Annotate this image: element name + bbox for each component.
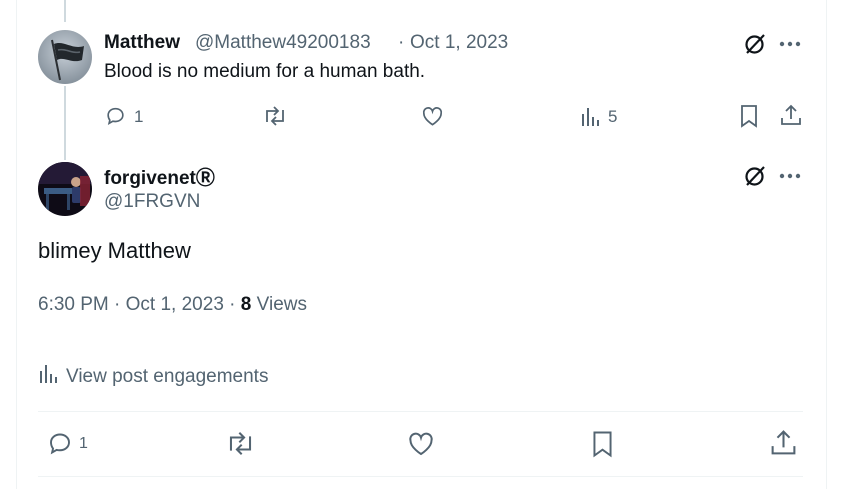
main-like-icon[interactable]: [407, 430, 435, 457]
post-date[interactable]: Oct 1, 2023: [126, 294, 224, 315]
main-grok-icon[interactable]: [743, 164, 767, 188]
reply-share-icon[interactable]: [779, 103, 803, 127]
view-engagements-link[interactable]: View post engagements: [38, 363, 268, 391]
reply-separator: ·: [398, 32, 405, 53]
thread-line-top: [64, 0, 66, 22]
reply-retweet-icon[interactable]: [262, 105, 288, 127]
main-reply-count[interactable]: 1: [79, 435, 88, 453]
reply-views-count[interactable]: 5: [608, 107, 617, 127]
post-meta-separator-1: ·: [114, 294, 121, 315]
main-share-icon[interactable]: [769, 428, 798, 457]
post-meta: 6:30 PM · Oct 1, 2023 · 8 Views: [38, 294, 307, 316]
post-time[interactable]: 6:30 PM: [38, 294, 109, 315]
post-meta-separator-2: ·: [229, 294, 236, 315]
reply-like-icon[interactable]: [421, 105, 444, 127]
reply-author-name[interactable]: Matthew: [104, 32, 180, 54]
more-icon[interactable]: [779, 34, 801, 54]
flag-avatar-icon: [38, 30, 92, 84]
piano-avatar-icon: [38, 162, 92, 216]
engagements-divider: [38, 411, 803, 412]
reply-handle[interactable]: @Matthew49200183: [195, 32, 371, 54]
engagements-icon: [38, 363, 60, 391]
reply-comment-count[interactable]: 1: [134, 107, 143, 127]
reply-comment-icon[interactable]: [104, 105, 127, 127]
thread-line-bottom: [64, 86, 66, 160]
main-bookmark-icon[interactable]: [591, 430, 614, 458]
main-retweet-icon[interactable]: [225, 430, 256, 457]
main-more-icon[interactable]: [779, 166, 801, 186]
reply-views-icon[interactable]: [580, 106, 602, 128]
main-handle[interactable]: @1FRGVN: [104, 191, 200, 213]
post-views-count: 8: [240, 294, 252, 315]
main-reply-icon[interactable]: [46, 430, 74, 457]
grok-icon[interactable]: [743, 32, 767, 56]
reply-bookmark-icon[interactable]: [739, 104, 759, 128]
bottom-divider: [38, 476, 803, 477]
main-post-text: blimey Matthew: [38, 238, 191, 263]
main-author-name[interactable]: forgivenetⓇ: [104, 163, 215, 190]
main-avatar[interactable]: [38, 162, 92, 216]
post-views-label: Views: [256, 294, 307, 315]
reply-date[interactable]: Oct 1, 2023: [410, 32, 508, 54]
reply-avatar[interactable]: [38, 30, 92, 84]
reply-text: Blood is no medium for a human bath.: [104, 61, 426, 82]
engagements-label: View post engagements: [66, 366, 269, 387]
